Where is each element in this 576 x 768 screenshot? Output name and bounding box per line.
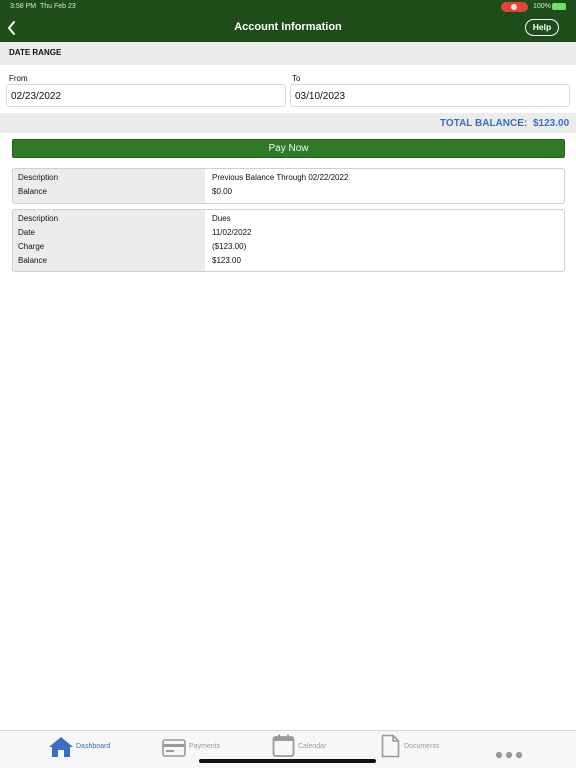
card-row: Balance $0.00 <box>13 185 564 199</box>
more-icon <box>495 751 523 759</box>
row-value: 11/02/2022 <box>212 228 252 237</box>
transaction-card: Description Dues Date 11/02/2022 Charge … <box>12 209 565 272</box>
tab-dashboard[interactable]: Dashboard <box>48 731 128 768</box>
date-range-title: DATE RANGE <box>9 48 62 57</box>
row-key: Description <box>18 173 59 182</box>
card-row: Balance $123.00 <box>13 254 564 268</box>
row-key: Balance <box>18 187 47 196</box>
row-value: Previous Balance Through 02/22/2022 <box>212 173 349 182</box>
document-icon <box>381 734 400 758</box>
status-date: Thu Feb 23 <box>39 3 76 10</box>
nav-bar: Account Information Help <box>0 14 576 42</box>
row-value: Dues <box>212 214 231 223</box>
battery-icon <box>552 3 566 10</box>
card-row: Description Dues <box>13 212 564 226</box>
tab-label: Documents <box>404 743 440 750</box>
tab-documents[interactable]: Documents <box>381 731 461 768</box>
credit-card-icon <box>162 739 186 757</box>
row-key: Balance <box>18 256 47 265</box>
card-row: Date 11/02/2022 <box>13 226 564 240</box>
tab-label: Calendar <box>298 743 327 750</box>
status-time-date: 3:58 PM Thu Feb 23 <box>10 3 76 10</box>
home-indicator[interactable] <box>199 759 376 763</box>
card-row: Charge ($123.00) <box>13 240 564 254</box>
to-date-input[interactable]: 03/10/2023 <box>290 84 570 107</box>
row-key: Charge <box>18 242 45 251</box>
calendar-icon <box>272 734 295 757</box>
page-title: Account Information <box>234 21 342 33</box>
tab-label: Dashboard <box>76 743 111 750</box>
row-value: $0.00 <box>212 187 233 196</box>
status-bar: 3:58 PM Thu Feb 23 100% <box>0 0 576 14</box>
transaction-card: Description Previous Balance Through 02/… <box>12 168 565 204</box>
battery-percent: 100% <box>533 3 551 10</box>
row-key: Date <box>18 228 35 237</box>
total-balance-value: $123.00 <box>533 118 570 129</box>
from-label: From <box>9 74 28 83</box>
row-key: Description <box>18 214 59 223</box>
home-icon <box>49 737 73 757</box>
help-button[interactable]: Help <box>525 19 559 36</box>
total-balance-label: TOTAL BALANCE: <box>440 118 528 129</box>
row-value: ($123.00) <box>212 242 247 251</box>
screen-recording-indicator <box>501 2 528 12</box>
card-row: Description Previous Balance Through 02/… <box>13 171 564 185</box>
status-time: 3:58 PM <box>10 3 37 10</box>
to-label: To <box>292 74 301 83</box>
tab-more[interactable] <box>495 731 525 768</box>
from-date-input[interactable]: 02/23/2022 <box>6 84 286 107</box>
date-range-header: DATE RANGE <box>0 42 576 65</box>
total-balance-bar: TOTAL BALANCE: $123.00 <box>0 113 576 133</box>
pay-now-button[interactable]: Pay Now <box>12 139 565 158</box>
tab-label: Payments <box>189 743 221 750</box>
row-value: $123.00 <box>212 256 241 265</box>
